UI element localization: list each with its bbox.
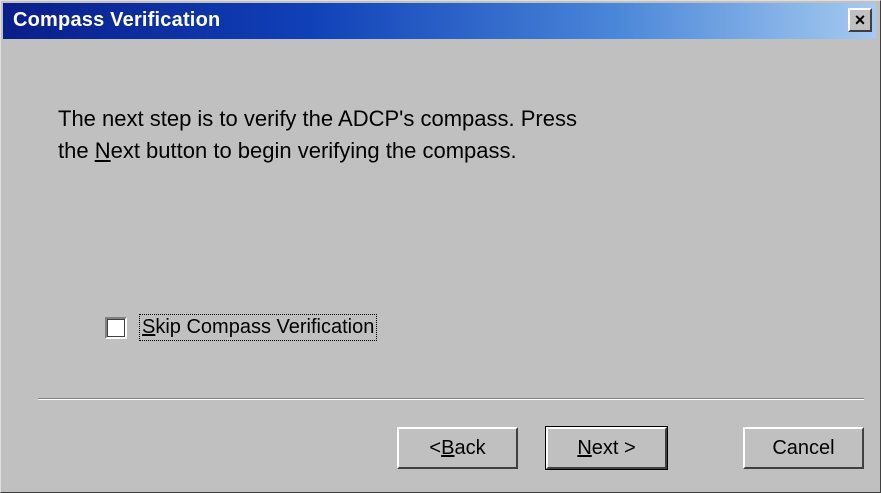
next-hotkey: N [577, 436, 592, 459]
title-bar[interactable]: Compass Verification × [3, 3, 876, 39]
window-title: Compass Verification [13, 9, 221, 31]
skip-label-text: kip Compass Verification [155, 316, 375, 338]
back-button[interactable]: < Back [397, 427, 518, 469]
close-icon: × [854, 10, 866, 30]
skip-hotkey: S [142, 316, 156, 338]
back-button-text: ack [454, 436, 486, 459]
skip-compass-verification-label[interactable]: Skip Compass Verification [139, 314, 378, 341]
close-button[interactable]: × [848, 8, 872, 32]
separator-line [38, 398, 864, 400]
back-hotkey: B [441, 436, 455, 459]
back-button-prefix: < [429, 436, 442, 459]
skip-compass-verification-checkbox[interactable] [105, 316, 127, 339]
compass-verification-dialog: Compass Verification × The next step is … [0, 0, 881, 493]
cancel-button[interactable]: Cancel [743, 427, 864, 469]
instruction-next-hotkey: N [94, 138, 111, 163]
instruction-text: The next step is to verify the ADCP's co… [58, 103, 578, 167]
next-button-text: ext > [591, 436, 636, 459]
instruction-text-part2: ext button to begin verifying the compas… [110, 138, 517, 163]
next-button[interactable]: Next > [545, 426, 668, 470]
skip-compass-verification-option[interactable]: Skip Compass Verification [105, 314, 378, 341]
